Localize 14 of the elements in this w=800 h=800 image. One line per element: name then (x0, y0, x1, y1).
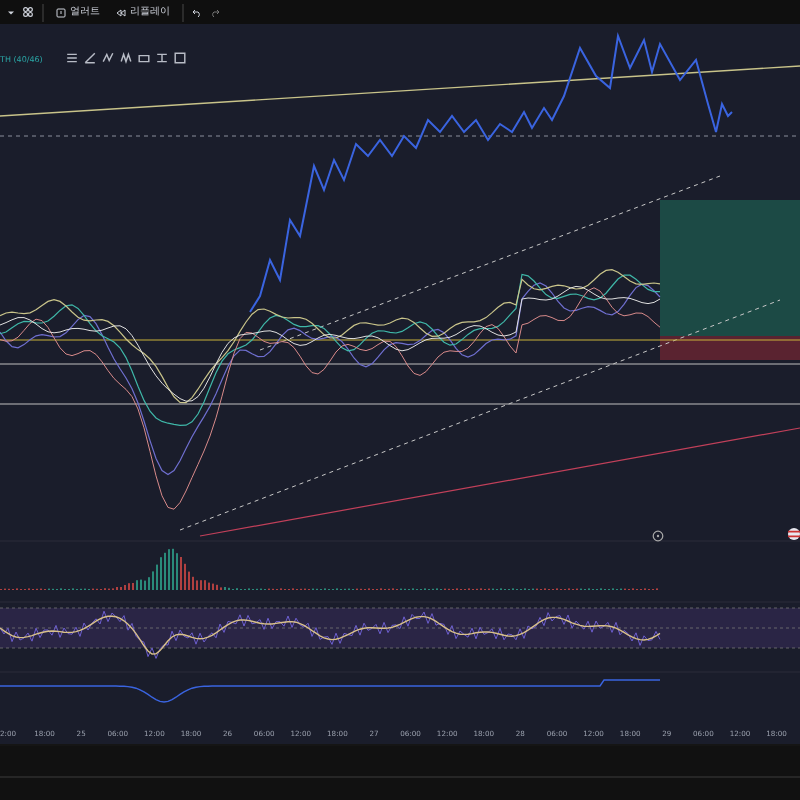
flag-icon (788, 528, 800, 540)
profit-zone (660, 200, 800, 336)
settings-icon[interactable] (652, 530, 664, 542)
redo-icon[interactable] (210, 7, 220, 17)
caret-icon[interactable] (8, 9, 14, 15)
alert-icon (56, 7, 66, 17)
drawing-tool-icon[interactable] (156, 52, 168, 64)
drawing-tool-icon[interactable] (174, 52, 186, 64)
drawing-tool-icon[interactable] (84, 52, 96, 64)
loss-zone (660, 336, 800, 360)
undo-icon[interactable] (192, 7, 202, 17)
replay-icon (116, 7, 126, 17)
grid-icon[interactable] (22, 6, 34, 18)
drawing-tool-icon[interactable] (66, 52, 78, 64)
